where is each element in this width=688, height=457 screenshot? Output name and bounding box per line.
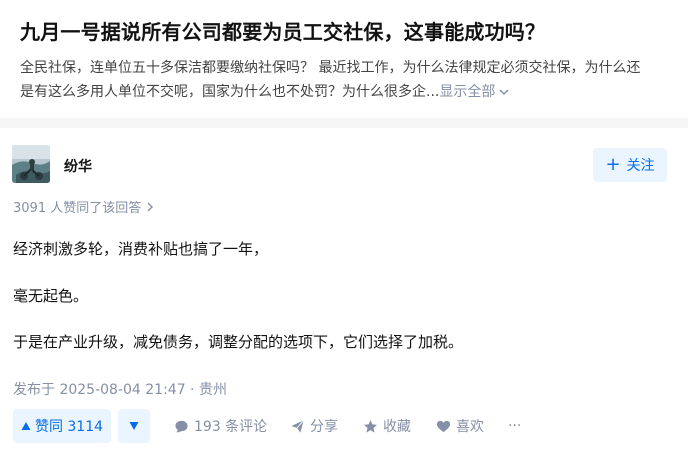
vote-up-button[interactable]: 赞同 3114	[13, 409, 111, 443]
like-button[interactable]: 喜欢	[436, 409, 484, 443]
answer-card: 纷华 + 关注 3091 人赞同了该回答 经济刺激多轮，消费补贴也搞了一年， 毫…	[0, 128, 688, 457]
chevron-down-icon	[499, 89, 509, 96]
action-bar: 赞同 3114 193 条评论 分享 收藏 喜欢 ···	[13, 409, 683, 443]
answer-paragraph: 经济刺激多轮，消费补贴也搞了一年，	[13, 240, 269, 258]
chevron-right-icon	[147, 202, 154, 211]
comment-icon	[174, 419, 189, 434]
question-description: 全民社保，连单位五十多保洁都要缴纳社保吗？ 最近找工作，为什么法律规定必须交社保…	[20, 56, 684, 104]
more-button[interactable]: ···	[508, 409, 521, 443]
question-header: 九月一号据说所有公司都要为员工交社保，这事能成功吗？ 全民社保，连单位五十多保洁…	[0, 0, 688, 118]
vote-up-label: 赞同 3114	[34, 419, 104, 435]
follow-button[interactable]: + 关注	[593, 148, 667, 182]
triangle-up-icon	[21, 422, 31, 430]
question-desc-text: 是有这么多用人单位不交呢，国家为什么也不处罚？为什么很多企...	[20, 84, 440, 100]
comment-label: 193 条评论	[194, 419, 268, 435]
question-desc-line-2: 是有这么多用人单位不交呢，国家为什么也不处罚？为什么很多企...显示全部	[20, 80, 684, 104]
triangle-down-icon	[129, 422, 139, 430]
follow-label: 关注	[626, 158, 655, 174]
publish-time[interactable]: 发布于 2025-08-04 21:47 · 贵州	[13, 379, 227, 399]
show-all-button[interactable]: 显示全部	[439, 84, 511, 100]
share-label: 分享	[310, 419, 338, 435]
vote-summary-text: 3091 人赞同了该回答	[13, 201, 142, 216]
vote-summary[interactable]: 3091 人赞同了该回答	[13, 197, 155, 216]
vote-down-button[interactable]	[118, 409, 150, 443]
share-button[interactable]: 分享	[290, 409, 338, 443]
favorite-label: 收藏	[383, 419, 411, 435]
star-icon	[363, 419, 378, 434]
answer-paragraph: 于是在产业升级，减免债务，调整分配的选项下，它们选择了加税。	[13, 333, 464, 351]
question-title[interactable]: 九月一号据说所有公司都要为员工交社保，这事能成功吗？	[20, 16, 545, 45]
avatar-image	[12, 145, 50, 183]
more-label: ···	[508, 418, 522, 434]
comment-button[interactable]: 193 条评论	[174, 409, 267, 443]
favorite-button[interactable]: 收藏	[363, 409, 411, 443]
answer-paragraph: 毫无起色。	[13, 287, 89, 305]
show-all-label: 显示全部	[439, 84, 496, 100]
plus-icon: +	[605, 154, 621, 175]
heart-icon	[436, 419, 451, 434]
question-desc-line-1: 全民社保，连单位五十多保洁都要缴纳社保吗？ 最近找工作，为什么法律规定必须交社保…	[20, 60, 641, 76]
avatar[interactable]	[12, 145, 50, 183]
like-label: 喜欢	[456, 419, 484, 435]
author-name[interactable]: 纷华	[64, 156, 92, 176]
share-icon	[290, 419, 305, 434]
